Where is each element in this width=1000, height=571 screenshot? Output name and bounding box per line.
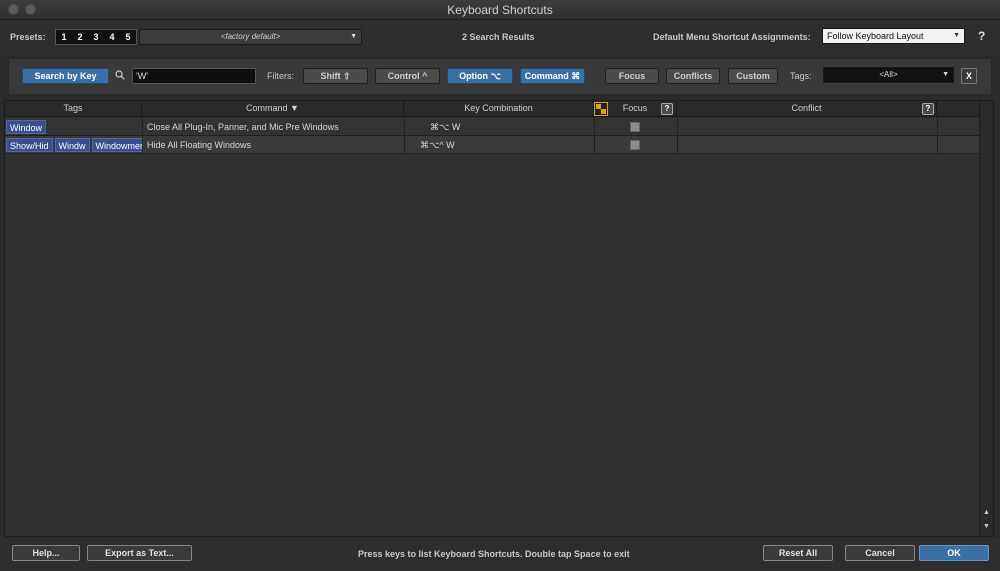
help-button[interactable]: Help...: [12, 545, 80, 561]
preset-select-value: <factory default>: [220, 32, 281, 41]
column-divider: [142, 118, 143, 154]
focus-checkbox[interactable]: [630, 140, 640, 150]
table-header: Tags Command ▼ Key Combination Focus ? C…: [5, 101, 980, 117]
focus-view-button[interactable]: Focus: [605, 68, 659, 84]
tags-select[interactable]: <All> ▼: [823, 67, 954, 83]
key-combination-cell: ⌘⌥ W: [430, 122, 461, 132]
presets-label: Presets:: [10, 32, 46, 42]
scroll-down-arrow-icon[interactable]: ▼: [982, 523, 991, 530]
preset-4-button[interactable]: 4: [104, 30, 120, 44]
chevron-down-icon: ▼: [942, 71, 949, 78]
chevron-down-icon: ▼: [953, 32, 960, 39]
cancel-button[interactable]: Cancel: [845, 545, 915, 561]
preset-number-group: 1 2 3 4 5: [55, 29, 137, 45]
search-icon: [115, 70, 125, 80]
status-message: Press keys to list Keyboard Shortcuts. D…: [358, 549, 630, 559]
column-divider: [677, 118, 678, 154]
vertical-scrollbar[interactable]: ▲ ▼: [979, 101, 993, 536]
menu-assign-value: Follow Keyboard Layout: [827, 31, 924, 41]
column-header-command[interactable]: Command ▼: [142, 101, 404, 117]
shortcuts-table: Tags Command ▼ Key Combination Focus ? C…: [4, 100, 994, 537]
search-toolbar: Search by Key 'W' Filters: Shift ⇧ Contr…: [8, 58, 992, 95]
key-combination-cell: ⌘⌥^ W: [420, 140, 455, 150]
tags-cell: Window: [6, 118, 141, 136]
presets-bar: Presets: 1 2 3 4 5 <factory default> ▼ 2…: [0, 20, 1000, 55]
column-divider: [937, 118, 938, 154]
command-cell: Close All Plug-In, Panner, and Mic Pre W…: [147, 122, 339, 132]
filters-label: Filters:: [267, 71, 294, 81]
search-input[interactable]: 'W': [132, 68, 256, 84]
tag-chip[interactable]: Windw: [54, 138, 90, 152]
conflict-help-button[interactable]: ?: [922, 103, 934, 115]
ok-button[interactable]: OK: [919, 545, 989, 561]
results-count: 2 Search Results: [462, 32, 535, 42]
command-cell: Hide All Floating Windows: [147, 140, 252, 150]
column-header-conflict[interactable]: Conflict: [677, 101, 937, 117]
focus-help-button[interactable]: ?: [661, 103, 673, 115]
footer-bar: Help... Export as Text... Press keys to …: [0, 539, 1000, 571]
tags-select-value: <All>: [879, 70, 898, 79]
chevron-down-icon: ▼: [350, 33, 357, 40]
column-header-key[interactable]: Key Combination: [404, 101, 594, 117]
tag-chip[interactable]: Show/Hid: [6, 138, 53, 152]
title-bar: Keyboard Shortcuts: [0, 0, 1000, 20]
reset-all-button[interactable]: Reset All: [763, 545, 833, 561]
conflicts-view-button[interactable]: Conflicts: [666, 68, 720, 84]
tag-chip[interactable]: Windowmer: [91, 138, 142, 152]
tags-cell: Show/Hid Windw Windowmer: [6, 136, 142, 154]
table-row[interactable]: Show/Hid Windw Windowmer Hide All Floating…: [5, 136, 980, 154]
filter-shift-button[interactable]: Shift ⇧: [303, 68, 368, 84]
menu-assign-select[interactable]: Follow Keyboard Layout ▼: [822, 28, 965, 44]
preset-3-button[interactable]: 3: [88, 30, 104, 44]
search-by-key-button[interactable]: Search by Key: [22, 68, 109, 84]
focus-header-label: Focus: [622, 103, 648, 113]
clear-tags-button[interactable]: X: [961, 68, 977, 84]
preset-2-button[interactable]: 2: [72, 30, 88, 44]
filter-command-button[interactable]: Command ⌘: [520, 68, 585, 84]
help-question-button[interactable]: ?: [978, 29, 985, 43]
window-title: Keyboard Shortcuts: [447, 3, 553, 17]
preset-select[interactable]: <factory default> ▼: [139, 29, 362, 45]
scroll-up-arrow-icon[interactable]: ▲: [982, 509, 991, 516]
tags-label: Tags:: [790, 71, 812, 81]
menu-assign-label: Default Menu Shortcut Assignments:: [653, 32, 811, 42]
export-as-text-button[interactable]: Export as Text...: [87, 545, 192, 561]
column-divider: [404, 118, 405, 154]
preset-1-button[interactable]: 1: [56, 30, 72, 44]
filter-control-button[interactable]: Control ^: [375, 68, 440, 84]
custom-view-button[interactable]: Custom: [728, 68, 778, 84]
table-row[interactable]: Window Close All Plug-In, Panner, and Mi…: [5, 118, 980, 136]
filter-option-button[interactable]: Option ⌥: [447, 68, 513, 84]
focus-checkbox[interactable]: [630, 122, 640, 132]
preset-5-button[interactable]: 5: [120, 30, 136, 44]
column-header-tags[interactable]: Tags: [5, 101, 142, 117]
tag-chip[interactable]: Window: [6, 120, 47, 134]
focus-toggle-icon[interactable]: [594, 102, 608, 116]
column-divider: [594, 118, 595, 154]
